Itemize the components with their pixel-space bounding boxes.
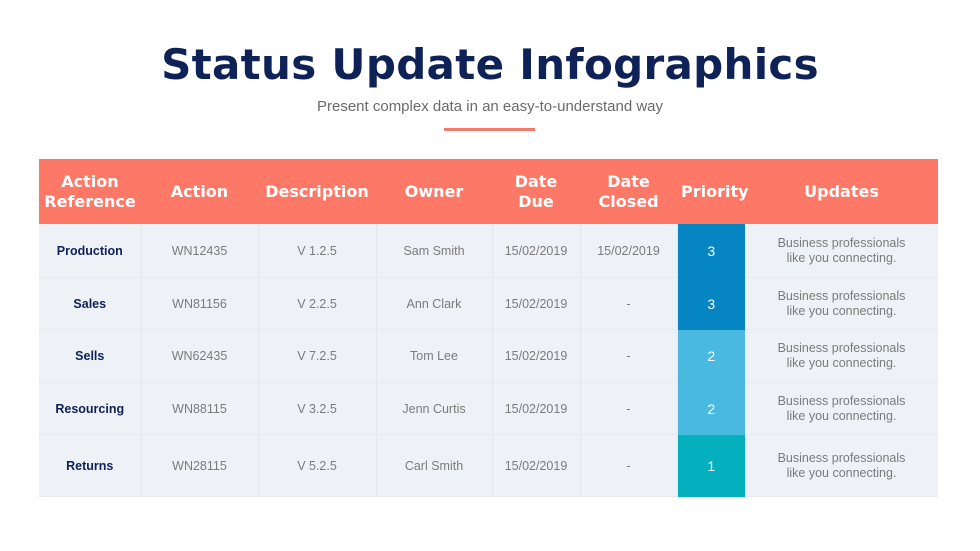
owner-cell: Jenn Curtis bbox=[376, 382, 493, 435]
table-row: Sells WN62435 V 7.2.5 Tom Lee 15/02/2019-2 Bu… bbox=[39, 329, 938, 383]
reference-cell: Returns bbox=[39, 434, 142, 497]
reference-cell: Production bbox=[39, 224, 142, 278]
column-header-date-due: Date Due bbox=[492, 159, 580, 224]
updates-line: Business professionals bbox=[777, 450, 906, 465]
priority-cell: 2 bbox=[677, 382, 745, 435]
column-header-action: Action bbox=[141, 159, 258, 224]
updates-cell: Business professionals like you connectin… bbox=[745, 329, 938, 383]
column-header-owner: Owner bbox=[376, 159, 492, 224]
updates-line: like you connecting. bbox=[786, 356, 897, 370]
action-cell: WN88115 bbox=[141, 382, 259, 435]
updates-cell: Business professionals like you connectin… bbox=[745, 277, 938, 330]
action-cell: WN12435 bbox=[141, 224, 259, 278]
date-closed-cell: - bbox=[580, 277, 678, 330]
updates-line: Business professionals bbox=[777, 235, 906, 250]
updates-line: like you connecting. bbox=[786, 303, 897, 318]
table-row: Production WN12435 V 1.2.5 Sam Smith 15/02/2… bbox=[39, 224, 938, 278]
accent-divider bbox=[444, 128, 535, 131]
table-row: Returns WN28115 V 5.2.5 Carl Smith 15/02/201… bbox=[39, 434, 938, 497]
column-header-updates: Updates bbox=[745, 159, 938, 224]
column-header-priority: Priority bbox=[677, 159, 749, 224]
date-due-cell: 15/02/2019 bbox=[492, 329, 581, 383]
owner-cell: Carl Smith bbox=[376, 434, 493, 497]
date-closed-cell: - bbox=[580, 434, 678, 497]
owner-cell: Ann Clark bbox=[376, 277, 493, 330]
date-due-cell: 15/02/2019 bbox=[492, 277, 581, 330]
reference-cell: Sales bbox=[39, 277, 142, 330]
column-header-action-reference: Action Reference bbox=[39, 159, 141, 224]
updates-line: Business professionals bbox=[777, 393, 906, 408]
updates-cell: Business professionals like you connectin… bbox=[745, 434, 938, 497]
priority-cell: 2 bbox=[677, 329, 745, 383]
description-cell: V 2.2.5 bbox=[258, 277, 377, 330]
table-header-row: Action Reference Action Description Owner… bbox=[39, 159, 938, 224]
table-row: Sales WN81156 V 2.2.5 Ann Clark 15/02/2019-3… bbox=[39, 277, 938, 330]
updates-line: like you connecting. bbox=[786, 250, 897, 265]
date-due-cell: 15/02/2019 bbox=[492, 382, 581, 435]
owner-cell: Sam Smith bbox=[376, 224, 493, 278]
page-title: Status Update Infographics bbox=[161, 40, 819, 89]
date-due-cell: 15/02/2019 bbox=[492, 434, 581, 497]
action-cell: WN28115 bbox=[141, 434, 259, 497]
column-header-date-closed: Date Closed bbox=[580, 159, 677, 224]
updates-line: like you connecting. bbox=[786, 465, 897, 480]
header-line: Date bbox=[607, 171, 650, 191]
description-cell: V 7.2.5 bbox=[258, 329, 377, 383]
action-cell: WN81156 bbox=[141, 277, 259, 330]
description-cell: V 5.2.5 bbox=[258, 434, 377, 497]
header-line: Reference bbox=[44, 191, 136, 211]
page-subtitle: Present complex data in an easy-to-under… bbox=[316, 98, 664, 115]
reference-cell: Resourcing bbox=[39, 382, 142, 435]
updates-cell: Business professionals like you connectin… bbox=[745, 382, 938, 435]
table-row: Resourcing WN88115 V 3.2.5 Jenn Curtis 15/02… bbox=[39, 382, 938, 435]
date-closed-cell: - bbox=[580, 329, 678, 383]
reference-cell: Sells bbox=[39, 329, 142, 383]
date-closed-cell: 15/02/2019 bbox=[580, 224, 678, 278]
priority-cell: 3 bbox=[677, 224, 745, 278]
date-closed-cell: - bbox=[580, 382, 678, 435]
date-due-cell: 15/02/2019 bbox=[492, 224, 581, 278]
priority-cell: 3 bbox=[677, 277, 745, 330]
header-line: Closed bbox=[598, 191, 659, 211]
priority-cell: 1 bbox=[677, 434, 745, 497]
description-cell: V 1.2.5 bbox=[258, 224, 377, 278]
updates-line: like you connecting. bbox=[786, 408, 897, 423]
column-header-description: Description bbox=[258, 159, 376, 224]
action-cell: WN62435 bbox=[141, 329, 259, 383]
updates-cell: Business professionals like you connectin… bbox=[745, 224, 938, 278]
status-table: Action Reference Action Description Owner… bbox=[39, 159, 938, 497]
description-cell: V 3.2.5 bbox=[258, 382, 377, 435]
header-line: Action bbox=[61, 171, 119, 191]
owner-cell: Tom Lee bbox=[376, 329, 493, 383]
updates-line: Business professionals bbox=[777, 288, 906, 303]
updates-line: Business professionals bbox=[777, 341, 906, 355]
